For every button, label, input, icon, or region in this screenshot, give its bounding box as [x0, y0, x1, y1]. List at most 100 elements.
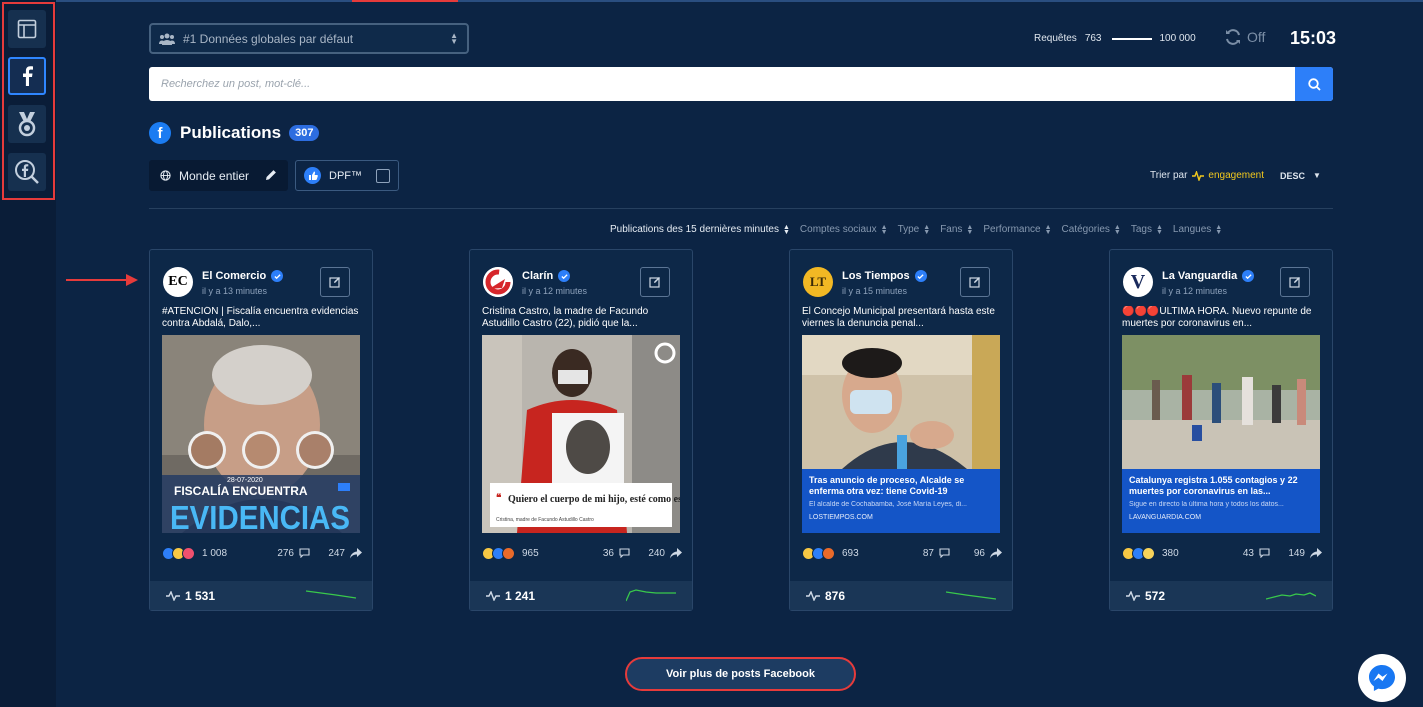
comment-count: 87: [923, 548, 950, 559]
dpf-checkbox[interactable]: [376, 169, 390, 183]
arrow-annotation: [66, 274, 138, 286]
share-count: 96: [973, 547, 1002, 559]
sort-arrows-icon: ▲ ▼: [880, 223, 888, 236]
auto-refresh-toggle[interactable]: Off: [1224, 28, 1265, 46]
comment-count: 276: [277, 548, 310, 559]
filter-3[interactable]: Fans ▲ ▼: [940, 224, 973, 236]
post-card[interactable]: LT Los Tiempos il y a 15 minutes El Conc…: [789, 249, 1013, 611]
comment-icon: [299, 548, 310, 558]
engagement-score: 1 531: [185, 588, 216, 603]
caret-down-icon: ▼: [1313, 171, 1321, 180]
reaction-icons: [162, 546, 195, 560]
medal-icon[interactable]: [8, 105, 46, 143]
verified-icon: [914, 270, 927, 282]
link-preview[interactable]: Catalunya registra 1.055 contagios y 22 …: [1122, 469, 1320, 533]
reaction-count: 380: [1162, 547, 1179, 559]
filter-2[interactable]: Type ▲ ▼: [898, 224, 931, 236]
search-button[interactable]: [1295, 67, 1333, 101]
filter-5[interactable]: Catégories ▲ ▼: [1062, 224, 1121, 236]
edit-button[interactable]: [960, 267, 990, 297]
pencil-icon: [266, 170, 276, 180]
edit-icon: [649, 277, 660, 288]
reaction-count: 1 008: [202, 547, 228, 559]
verified-icon: [271, 270, 284, 282]
requests-limit: 100 000: [1159, 33, 1196, 44]
region-filter[interactable]: Monde entier: [149, 160, 288, 191]
dataset-select[interactable]: #1 Données globales par défaut ▲ ▼: [149, 23, 469, 54]
share-count-value: 96: [973, 547, 985, 559]
post-image[interactable]: FISCALÍA ENCUENTRA EVIDENCIAS 28-07-2020: [162, 335, 360, 533]
account-name[interactable]: El Comercio: [202, 270, 284, 282]
post-text: #ATENCIÓN | Fiscalía encuentra evidencia…: [162, 306, 359, 329]
chevron-updown-icon: ▲ ▼: [450, 31, 458, 46]
sort-field[interactable]: engagement: [1192, 170, 1264, 181]
post-link-preview[interactable]: Catalunya registra 1.055 contagios y 22 …: [1122, 335, 1320, 533]
pulse-icon: [1126, 590, 1140, 601]
filter-0[interactable]: Publications des 15 dernières minutes ▲ ▼: [610, 224, 790, 236]
post-link-preview[interactable]: Tras anuncio de proceso, Alcalde se enfe…: [802, 335, 1000, 533]
sort-control[interactable]: Trier par engagement DESC ▼: [1150, 170, 1321, 181]
media-quote: Quiero el cuerpo de mi hijo, esté como e…: [508, 494, 680, 505]
pulse-icon: [486, 590, 500, 601]
region-label: Monde entier: [179, 168, 250, 183]
filter-1[interactable]: Comptes sociaux ▲ ▼: [799, 223, 888, 236]
post-card[interactable]: V La Vanguardia il y a 12 minutes 🔴🔴🔴ÚLT…: [1109, 249, 1333, 611]
requests-bar: [1111, 37, 1152, 40]
link-domain: LOSTIEMPOS.COM: [809, 514, 873, 521]
post-text: 🔴🔴🔴ÚLTIMA HORA. Nuevo repunte de muertes…: [1122, 306, 1312, 329]
load-more-button[interactable]: Voir plus de posts Facebook: [625, 657, 856, 691]
facebook-icon[interactable]: [8, 57, 46, 95]
account-name[interactable]: Los Tiempos: [842, 270, 927, 282]
layout-icon[interactable]: [8, 10, 46, 48]
search-icon: [1307, 77, 1321, 91]
sort-direction[interactable]: DESC: [1280, 171, 1305, 181]
filter-label: Publications des 15 dernières minutes: [610, 224, 779, 235]
media-attribution: Cristina, madre de Facundo Astudillo Cas…: [496, 517, 594, 523]
link-preview[interactable]: Tras anuncio de proceso, Alcalde se enfe…: [802, 469, 1000, 533]
messenger-icon[interactable]: [1358, 654, 1406, 702]
filter-label: Comptes sociaux: [799, 224, 877, 235]
filter-4[interactable]: Performance ▲ ▼: [983, 224, 1051, 236]
post-stats: 693 87 96: [802, 545, 1002, 561]
search-input[interactable]: [149, 67, 1289, 101]
dataset-select-value: #1 Données globales par défaut: [183, 31, 354, 46]
account-name-label: El Comercio: [202, 270, 267, 282]
post-time: il y a 15 minutes: [842, 286, 908, 296]
account-name[interactable]: La Vanguardia: [1162, 270, 1255, 282]
filter-7[interactable]: Langues ▲ ▼: [1172, 223, 1223, 236]
account-name[interactable]: Clarín: [522, 270, 571, 282]
filter-6[interactable]: Tags ▲ ▼: [1130, 224, 1163, 236]
account-name-label: Clarín: [522, 270, 554, 282]
post-image[interactable]: ❝ Quiero el cuerpo de mi hijo, esté como…: [482, 335, 680, 533]
verified-icon: [1242, 270, 1255, 282]
link-description: El alcalde de Cochabamba, José María Ley…: [809, 501, 967, 508]
post-card[interactable]: Clarín il y a 12 minutes Cristina Castro…: [469, 249, 693, 611]
comment-count-value: 87: [922, 547, 934, 559]
svg-text:❝: ❝: [496, 493, 502, 504]
post-text: El Concejo Municipal presentará hasta es…: [802, 306, 995, 329]
share-count: 149: [1288, 547, 1322, 559]
sort-arrows-icon: ▲ ▼: [1215, 223, 1223, 236]
sparkline: [626, 589, 676, 602]
page-title: Publications: [180, 123, 282, 142]
engagement-footer: 1 241: [470, 581, 692, 610]
filter-label: Tags: [1130, 224, 1152, 235]
pulse-icon: [1192, 170, 1205, 181]
refresh-status: Off: [1247, 29, 1266, 45]
filter-label: Langues: [1172, 224, 1212, 235]
refresh-icon: [1226, 29, 1240, 45]
post-card[interactable]: EC El Comercio il y a 13 minutes #ATENCI…: [149, 249, 373, 611]
edit-button[interactable]: [1280, 267, 1310, 297]
share-icon: [350, 547, 362, 558]
dpf-filter[interactable]: DPF™: [295, 160, 399, 191]
facebook-search-icon[interactable]: [8, 153, 46, 191]
facebook-circle-icon: f: [149, 122, 171, 144]
edit-button[interactable]: [320, 267, 350, 297]
link-title: Tras anuncio de proceso, Alcalde se enfe…: [809, 475, 965, 496]
engagement-score: 572: [1145, 588, 1166, 603]
comment-icon: [619, 548, 630, 558]
sparkline: [306, 590, 356, 599]
edit-button[interactable]: [640, 267, 670, 297]
reaction-icons: [482, 546, 515, 560]
requests-label: Requêtes: [1034, 33, 1077, 44]
